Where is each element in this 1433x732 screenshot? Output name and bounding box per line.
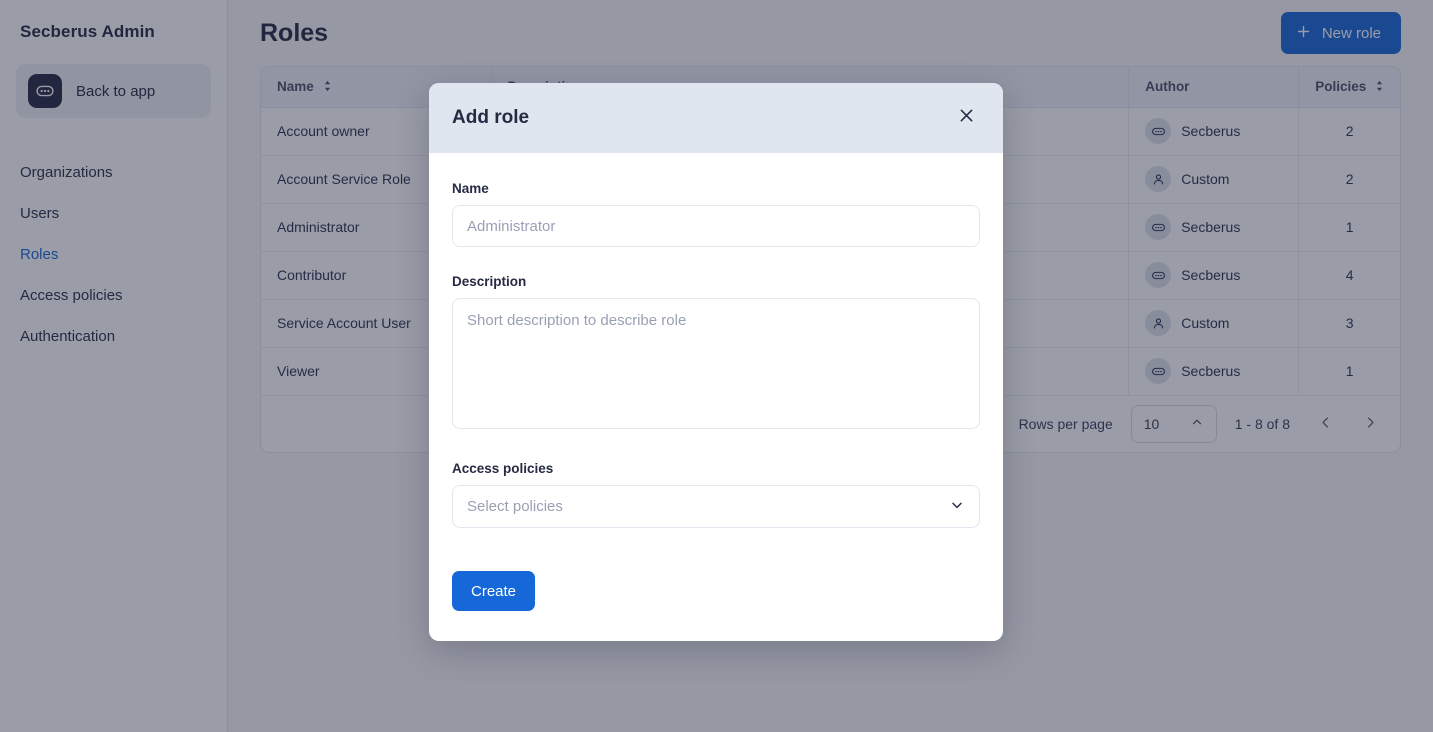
close-icon[interactable]: [953, 102, 980, 134]
description-input[interactable]: [452, 298, 980, 429]
chevron-down-icon: [949, 497, 965, 517]
name-field-label: Name: [452, 181, 489, 196]
access-policies-placeholder: Select policies: [467, 498, 563, 515]
access-policies-select[interactable]: Select policies: [452, 485, 980, 528]
description-field-label: Description: [452, 274, 527, 289]
create-button[interactable]: Create: [452, 571, 536, 611]
modal-title: Add role: [452, 107, 530, 128]
modal-body: Name Description Access policies Select …: [429, 153, 1003, 641]
name-input[interactable]: [452, 205, 980, 247]
access-policies-field-label: Access policies: [452, 461, 554, 476]
modal-header: Add role: [429, 83, 1003, 153]
add-role-modal: Add role Name Description Access policie…: [429, 83, 1003, 641]
